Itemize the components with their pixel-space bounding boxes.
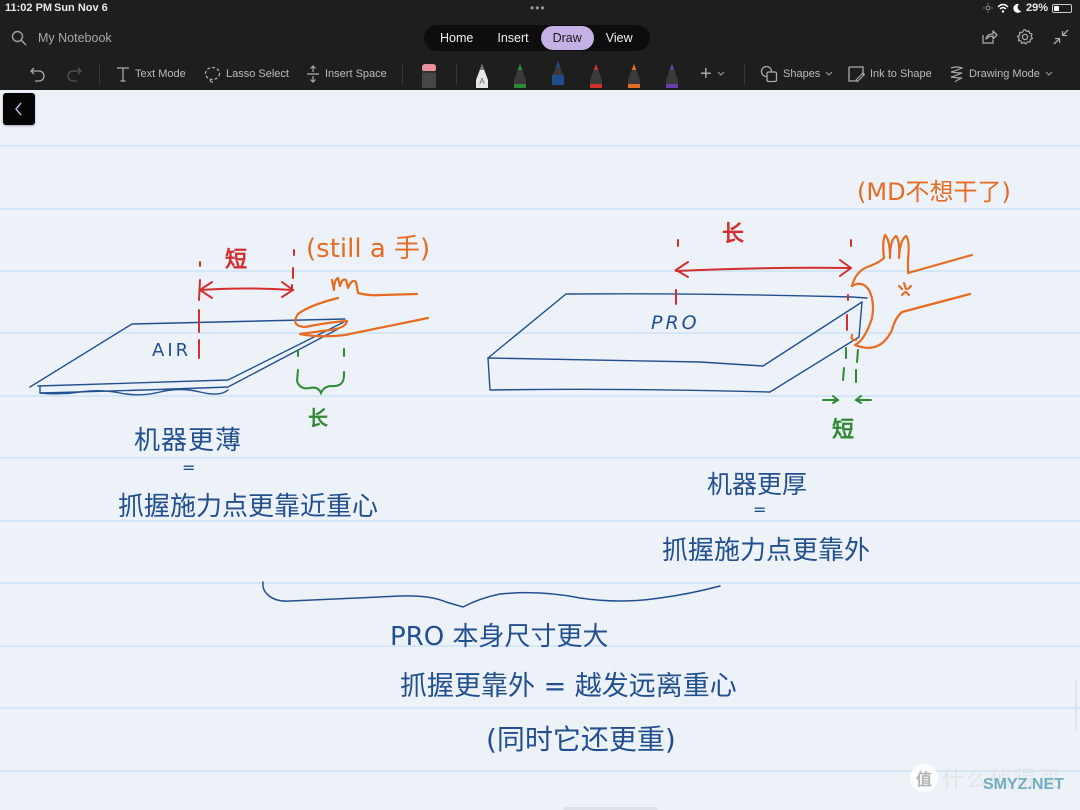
right-short-label: 短	[832, 418, 855, 443]
right-equals: =	[753, 500, 767, 519]
shapes-icon	[760, 65, 778, 83]
insert-space-label: Insert Space	[325, 68, 387, 80]
note-canvas[interactable]: AIR 短 (still a 手) 长 机器更薄 = 抓握施力点更靠近重心 PR…	[0, 90, 1080, 810]
draw-toolbar: Text Mode Lasso Select Insert Space A + …	[0, 58, 1080, 90]
right-line1: 机器更厚	[707, 470, 808, 499]
redo-button[interactable]	[66, 64, 82, 84]
chevron-down-icon	[825, 71, 833, 76]
chevron-down-icon	[717, 71, 725, 76]
right-hand-sketch	[850, 233, 974, 349]
svg-text:A: A	[479, 77, 485, 86]
battery-percent: 29%	[1025, 2, 1048, 14]
chevron-down-icon	[1045, 71, 1053, 76]
status-bar: 11:02 PM Sun Nov 6 ••• 29%	[0, 0, 1080, 18]
vertical-scrollbar[interactable]	[1075, 680, 1077, 730]
left-long-label: 长	[308, 406, 328, 430]
undo-icon	[30, 67, 45, 82]
status-indicators: 29%	[982, 2, 1072, 14]
watermark-badge: 值	[910, 764, 938, 792]
lasso-select-label: Lasso Select	[226, 68, 289, 80]
lasso-icon	[204, 66, 221, 83]
left-line2: 抓握施力点更靠近重心	[118, 492, 379, 522]
share-icon[interactable]	[980, 28, 998, 46]
summary-line3: (同时它还更重)	[486, 723, 676, 756]
watermark-site: SMYZ.NET	[983, 776, 1064, 793]
ink-to-shape-label: Ink to Shape	[870, 68, 932, 80]
shapes-button[interactable]: Shapes	[760, 64, 833, 84]
ink-to-shape-icon	[848, 66, 865, 83]
right-red-dimension	[674, 239, 853, 331]
pen-white-icon[interactable]: A	[474, 62, 490, 88]
insert-space-icon	[307, 65, 319, 83]
right-orange-note: (MD不想干了)	[857, 178, 1011, 206]
collapse-icon[interactable]	[1052, 28, 1070, 46]
tab-home[interactable]: Home	[428, 26, 485, 50]
text-mode-icon	[117, 67, 129, 82]
right-long-label: 长	[722, 222, 745, 247]
toolbar-divider	[402, 64, 403, 84]
text-mode-label: Text Mode	[135, 68, 186, 80]
moon-icon	[1013, 3, 1022, 13]
insert-space-button[interactable]: Insert Space	[306, 64, 387, 84]
shapes-label: Shapes	[783, 68, 821, 80]
tab-insert[interactable]: Insert	[485, 26, 540, 50]
pen-blue-icon[interactable]	[550, 59, 566, 85]
watermark: 值 什么值得买 SMYZ.NET	[910, 762, 1064, 794]
drawing-mode-icon	[950, 66, 964, 83]
ink-to-shape-toggle[interactable]: Ink to Shape	[848, 64, 932, 84]
drawing-mode-label: Drawing Mode	[969, 68, 1040, 80]
battery-icon	[1052, 3, 1072, 13]
pen-orange-icon[interactable]	[626, 62, 642, 88]
gear-icon[interactable]	[1016, 28, 1034, 46]
add-pen-button[interactable]: +	[700, 64, 725, 84]
brightness-icon	[982, 3, 993, 13]
tab-view[interactable]: View	[594, 26, 645, 50]
summary-line1: PRO 本身尺寸更大	[390, 622, 609, 652]
lasso-select-button[interactable]: Lasso Select	[204, 64, 289, 84]
status-time: 11:02 PM	[5, 2, 53, 14]
pro-device-sketch	[487, 293, 868, 393]
text-mode-button[interactable]: Text Mode	[116, 64, 186, 84]
toolbar-divider	[744, 64, 745, 84]
right-green-dimension	[822, 347, 872, 404]
header: My Notebook Home Insert Draw View	[0, 18, 1080, 58]
wifi-icon	[997, 3, 1009, 13]
left-short-label: 短	[225, 248, 248, 273]
header-actions	[980, 28, 1070, 46]
toolbar-divider	[456, 64, 457, 84]
air-label: AIR	[152, 340, 192, 361]
battery-level	[1054, 5, 1059, 11]
toolbar-divider	[99, 64, 100, 84]
undo-button[interactable]	[30, 64, 46, 84]
summary-line2: 抓握更靠外 = 越发远离重心	[400, 671, 737, 702]
left-orange-note: (still a 手)	[306, 234, 431, 264]
pen-green-icon[interactable]	[512, 62, 528, 88]
left-line1: 机器更薄	[134, 426, 243, 456]
left-hand-sketch	[294, 276, 430, 338]
pen-red-icon[interactable]	[588, 62, 604, 88]
ribbon-tabs: Home Insert Draw View	[424, 25, 650, 51]
search-icon[interactable]	[11, 30, 27, 46]
redo-icon	[67, 67, 82, 82]
left-green-bracket	[295, 348, 345, 396]
notebook-title[interactable]: My Notebook	[38, 31, 112, 45]
right-line2: 抓握施力点更靠外	[662, 536, 871, 566]
status-date: Sun Nov 6	[54, 2, 108, 14]
summary-brace	[262, 581, 721, 608]
add-pen-icon: +	[700, 63, 712, 85]
pen-purple-icon[interactable]	[664, 62, 680, 88]
drawing-mode-button[interactable]: Drawing Mode	[949, 64, 1053, 84]
tab-draw[interactable]: Draw	[540, 26, 594, 50]
multitasking-dots-icon[interactable]: •••	[530, 2, 546, 14]
left-equals: =	[182, 458, 196, 477]
eraser-icon[interactable]	[421, 62, 437, 88]
pro-label: PRO	[651, 312, 700, 334]
